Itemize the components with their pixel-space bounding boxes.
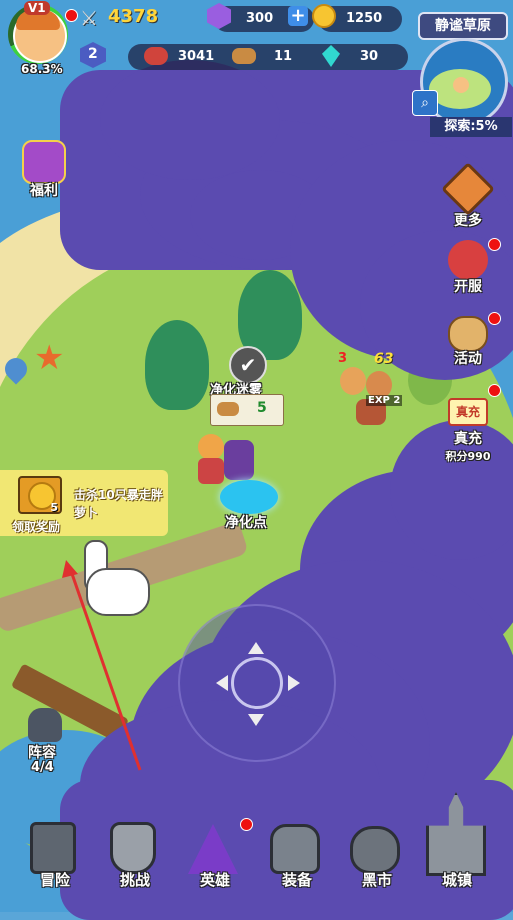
purify-point[interactable]: 净化点	[215, 478, 285, 534]
meat-icon	[144, 47, 168, 65]
recharge-badge-text: 真充	[455, 405, 480, 419]
nav-black-market[interactable]: 黑市	[340, 820, 414, 912]
purify-cost: 5	[257, 400, 267, 416]
axe-icon	[110, 822, 156, 874]
purify-cost-panel: 5	[210, 394, 284, 426]
spellbook-icon	[30, 822, 76, 874]
wood-log-icon	[232, 48, 256, 64]
nav-town[interactable]: 城镇	[420, 792, 494, 912]
event-notification-dot	[488, 312, 501, 325]
nav-heroes[interactable]: 英雄	[178, 818, 253, 912]
swords-icon: ⚔	[80, 6, 98, 30]
recharge-badge-icon: 真充	[448, 398, 488, 426]
enemy-level: 63	[374, 351, 394, 367]
arrow-up-icon	[248, 642, 264, 654]
recharge-notification-dot	[488, 384, 501, 397]
player-avatar[interactable]: V1	[6, 1, 78, 68]
quest-reward-icon: 5	[18, 476, 62, 514]
explore-progress: 探索:5%	[430, 117, 512, 137]
enemy-group[interactable]: 3 63 EXP 2	[330, 345, 410, 435]
avatar-notification-dot	[65, 9, 78, 22]
nav-adventure[interactable]: 冒险	[18, 820, 92, 912]
recharge-button[interactable]: 真充 真充 积分990	[438, 398, 498, 464]
enemy-level: 3	[338, 351, 348, 366]
arrow-down-icon	[248, 714, 264, 726]
nav-equipment[interactable]: 装备	[260, 820, 334, 912]
helmet-icon	[28, 708, 62, 742]
crystal-value: 30	[360, 49, 379, 64]
nav-challenge[interactable]: 挑战	[98, 820, 172, 912]
gold-coin-icon	[312, 4, 336, 28]
rank-value: 2	[88, 46, 98, 62]
quest-reward-count: 5	[50, 501, 58, 514]
wood-icon	[217, 402, 239, 416]
armor-icon	[270, 824, 320, 874]
wizard-hat-icon	[188, 824, 238, 874]
team-lineup-button[interactable]: 阵容 4/4	[18, 708, 74, 778]
welfare-button[interactable]: 福利	[14, 140, 74, 200]
power-value: 4378	[108, 6, 159, 27]
tree	[145, 320, 209, 410]
money-bag-icon	[350, 826, 400, 874]
magnifier-icon[interactable]: ⌕	[412, 90, 438, 116]
arrow-left-icon	[216, 675, 228, 691]
gold-value: 1250	[346, 11, 383, 26]
exp-percent: 68.3%	[21, 62, 63, 76]
wood-value: 11	[274, 49, 293, 64]
starfish-icon: ★	[34, 338, 65, 378]
firecracker-icon	[448, 240, 488, 280]
quest-text: 击杀10只暴走胖萝卜	[74, 488, 163, 520]
claim-reward-label[interactable]: 领取奖励	[12, 518, 60, 535]
vip-badge: V1	[24, 1, 50, 15]
gems-value: 300	[246, 11, 274, 26]
server-notification-dot	[488, 238, 501, 251]
virtual-joystick[interactable]	[178, 604, 336, 762]
gift-box-icon	[22, 140, 66, 184]
tutorial-arrow-icon	[62, 560, 142, 771]
add-gold-button[interactable]: +	[288, 6, 308, 26]
arrow-right-icon	[288, 675, 300, 691]
event-button[interactable]: 活动	[438, 316, 498, 368]
quest-tracker[interactable]: 5 击杀10只暴走胖萝卜 领取奖励	[0, 470, 168, 536]
grid-diamond-icon	[441, 162, 495, 216]
heroes-notification-dot	[240, 818, 253, 831]
purify-point-label: 净化点	[225, 515, 267, 531]
exp-label: EXP 2	[366, 395, 403, 406]
scroll-icon	[448, 316, 488, 352]
region-name: 静谧草原	[418, 12, 508, 40]
more-button[interactable]: 更多	[438, 162, 498, 230]
recharge-points: 积分990	[445, 450, 491, 463]
meat-value: 3041	[178, 49, 215, 64]
purify-fog-sign[interactable]: ✔ 净化迷雾 5	[208, 346, 286, 426]
joystick-knob[interactable]	[231, 657, 283, 709]
